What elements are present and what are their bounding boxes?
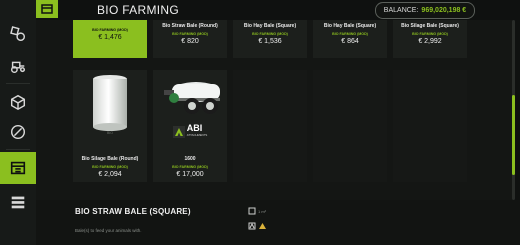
page-title: BIO FARMING <box>97 3 179 17</box>
item-tag: BIO FARMING (MOD) <box>92 165 128 169</box>
sidebar-item-vehicles[interactable] <box>0 18 36 50</box>
fill-type-icon <box>248 222 256 230</box>
item-price: € 2,094 <box>98 171 122 178</box>
balance-value: 969,020,198 € <box>421 7 467 14</box>
details-stat-fill <box>248 222 267 230</box>
details-stat-capacity: 1 m³ <box>248 207 266 215</box>
balance-display: BALANCE: 969,020,198 € <box>375 2 475 19</box>
abi-brand-logo: ABI ATTACHMENTS <box>165 123 215 139</box>
item-name: Bio Silage Bale (Square) <box>401 23 459 29</box>
volume-icon <box>248 207 256 215</box>
empty-slot <box>393 70 467 182</box>
item-tag: BIO FARMING (MOD) <box>332 32 368 36</box>
shop-item-tile[interactable]: Bio Hay Bale (Square) BIO FARMING (MOD) … <box>313 20 387 58</box>
item-price: € 1,536 <box>258 38 282 45</box>
item-price: € 820 <box>181 38 199 45</box>
item-name: 1600 <box>184 156 196 162</box>
item-price: € 17,000 <box>176 171 204 178</box>
empty-slot <box>233 70 307 182</box>
item-tag: BIO FARMING (MOD) <box>92 28 128 32</box>
balance-label: BALANCE: <box>383 7 419 14</box>
shop-item-tile-selected[interactable]: BIO FARMING (MOD) € 1,476 <box>73 20 147 58</box>
empty-slot <box>313 70 387 182</box>
item-name: Bio Hay Bale (Square) <box>323 23 377 29</box>
scrollbar-thumb[interactable] <box>512 95 515 175</box>
item-tag: BIO FARMING (MOD) <box>252 32 288 36</box>
capacity-value: 1 m³ <box>258 208 266 214</box>
sidebar-item-bio-farming[interactable] <box>0 152 36 184</box>
item-price: € 1,476 <box>98 34 122 41</box>
item-name: Bio Straw Bale (Round) <box>162 23 218 29</box>
shop-item-tile[interactable]: Bio Silage Bale (Square) BIO FARMING (MO… <box>393 20 467 58</box>
round-bale-icon <box>93 75 127 131</box>
sidebar-item-list[interactable] <box>0 186 36 218</box>
sidebar-item-objects[interactable] <box>0 86 36 118</box>
details-description: Bale(s) to feed your animals with. <box>75 228 142 233</box>
details-title: BIO STRAW BALE (SQUARE) <box>75 207 191 216</box>
item-price: € 2,992 <box>418 38 442 45</box>
brand-subtitle: ATTACHMENTS <box>186 133 208 137</box>
abi-logo-icon <box>172 126 185 138</box>
item-tag: BIO FARMING (MOD) <box>412 32 448 36</box>
item-price: € 864 <box>341 38 359 45</box>
bale-wrap-label: BIO <box>106 131 114 135</box>
list-icon <box>11 196 25 209</box>
manure-spreader-icon <box>164 82 220 114</box>
shop-icon <box>41 4 53 14</box>
shop-item-tile[interactable]: ABI ATTACHMENTS 1600 BIO FARMING (MOD) €… <box>153 70 227 182</box>
store-icon <box>10 161 26 175</box>
item-name: Bio Hay Bale (Square) <box>243 23 297 29</box>
sidebar-item-tools[interactable] <box>0 116 36 148</box>
shop-item-tile[interactable]: BIO Bio Silage Bale (Round) BIO FARMING … <box>73 70 147 182</box>
shop-item-tile[interactable]: Bio Straw Bale (Round) BIO FARMING (MOD)… <box>153 20 227 58</box>
item-tag: BIO FARMING (MOD) <box>172 32 208 36</box>
bio-farming-logo <box>36 0 58 18</box>
box-icon <box>10 94 26 111</box>
brand-name: ABI <box>186 123 203 133</box>
tractor-icon <box>10 61 26 74</box>
shop-item-tile[interactable]: Bio Hay Bale (Square) BIO FARMING (MOD) … <box>233 20 307 58</box>
item-name: Bio Silage Bale (Round) <box>81 156 139 162</box>
shapes-icon <box>10 26 26 42</box>
sidebar-item-tractors[interactable] <box>0 50 36 82</box>
warning-icon <box>259 223 266 229</box>
sidebar <box>0 0 36 245</box>
item-tag: BIO FARMING (MOD) <box>172 165 208 169</box>
wrench-icon <box>10 124 26 140</box>
